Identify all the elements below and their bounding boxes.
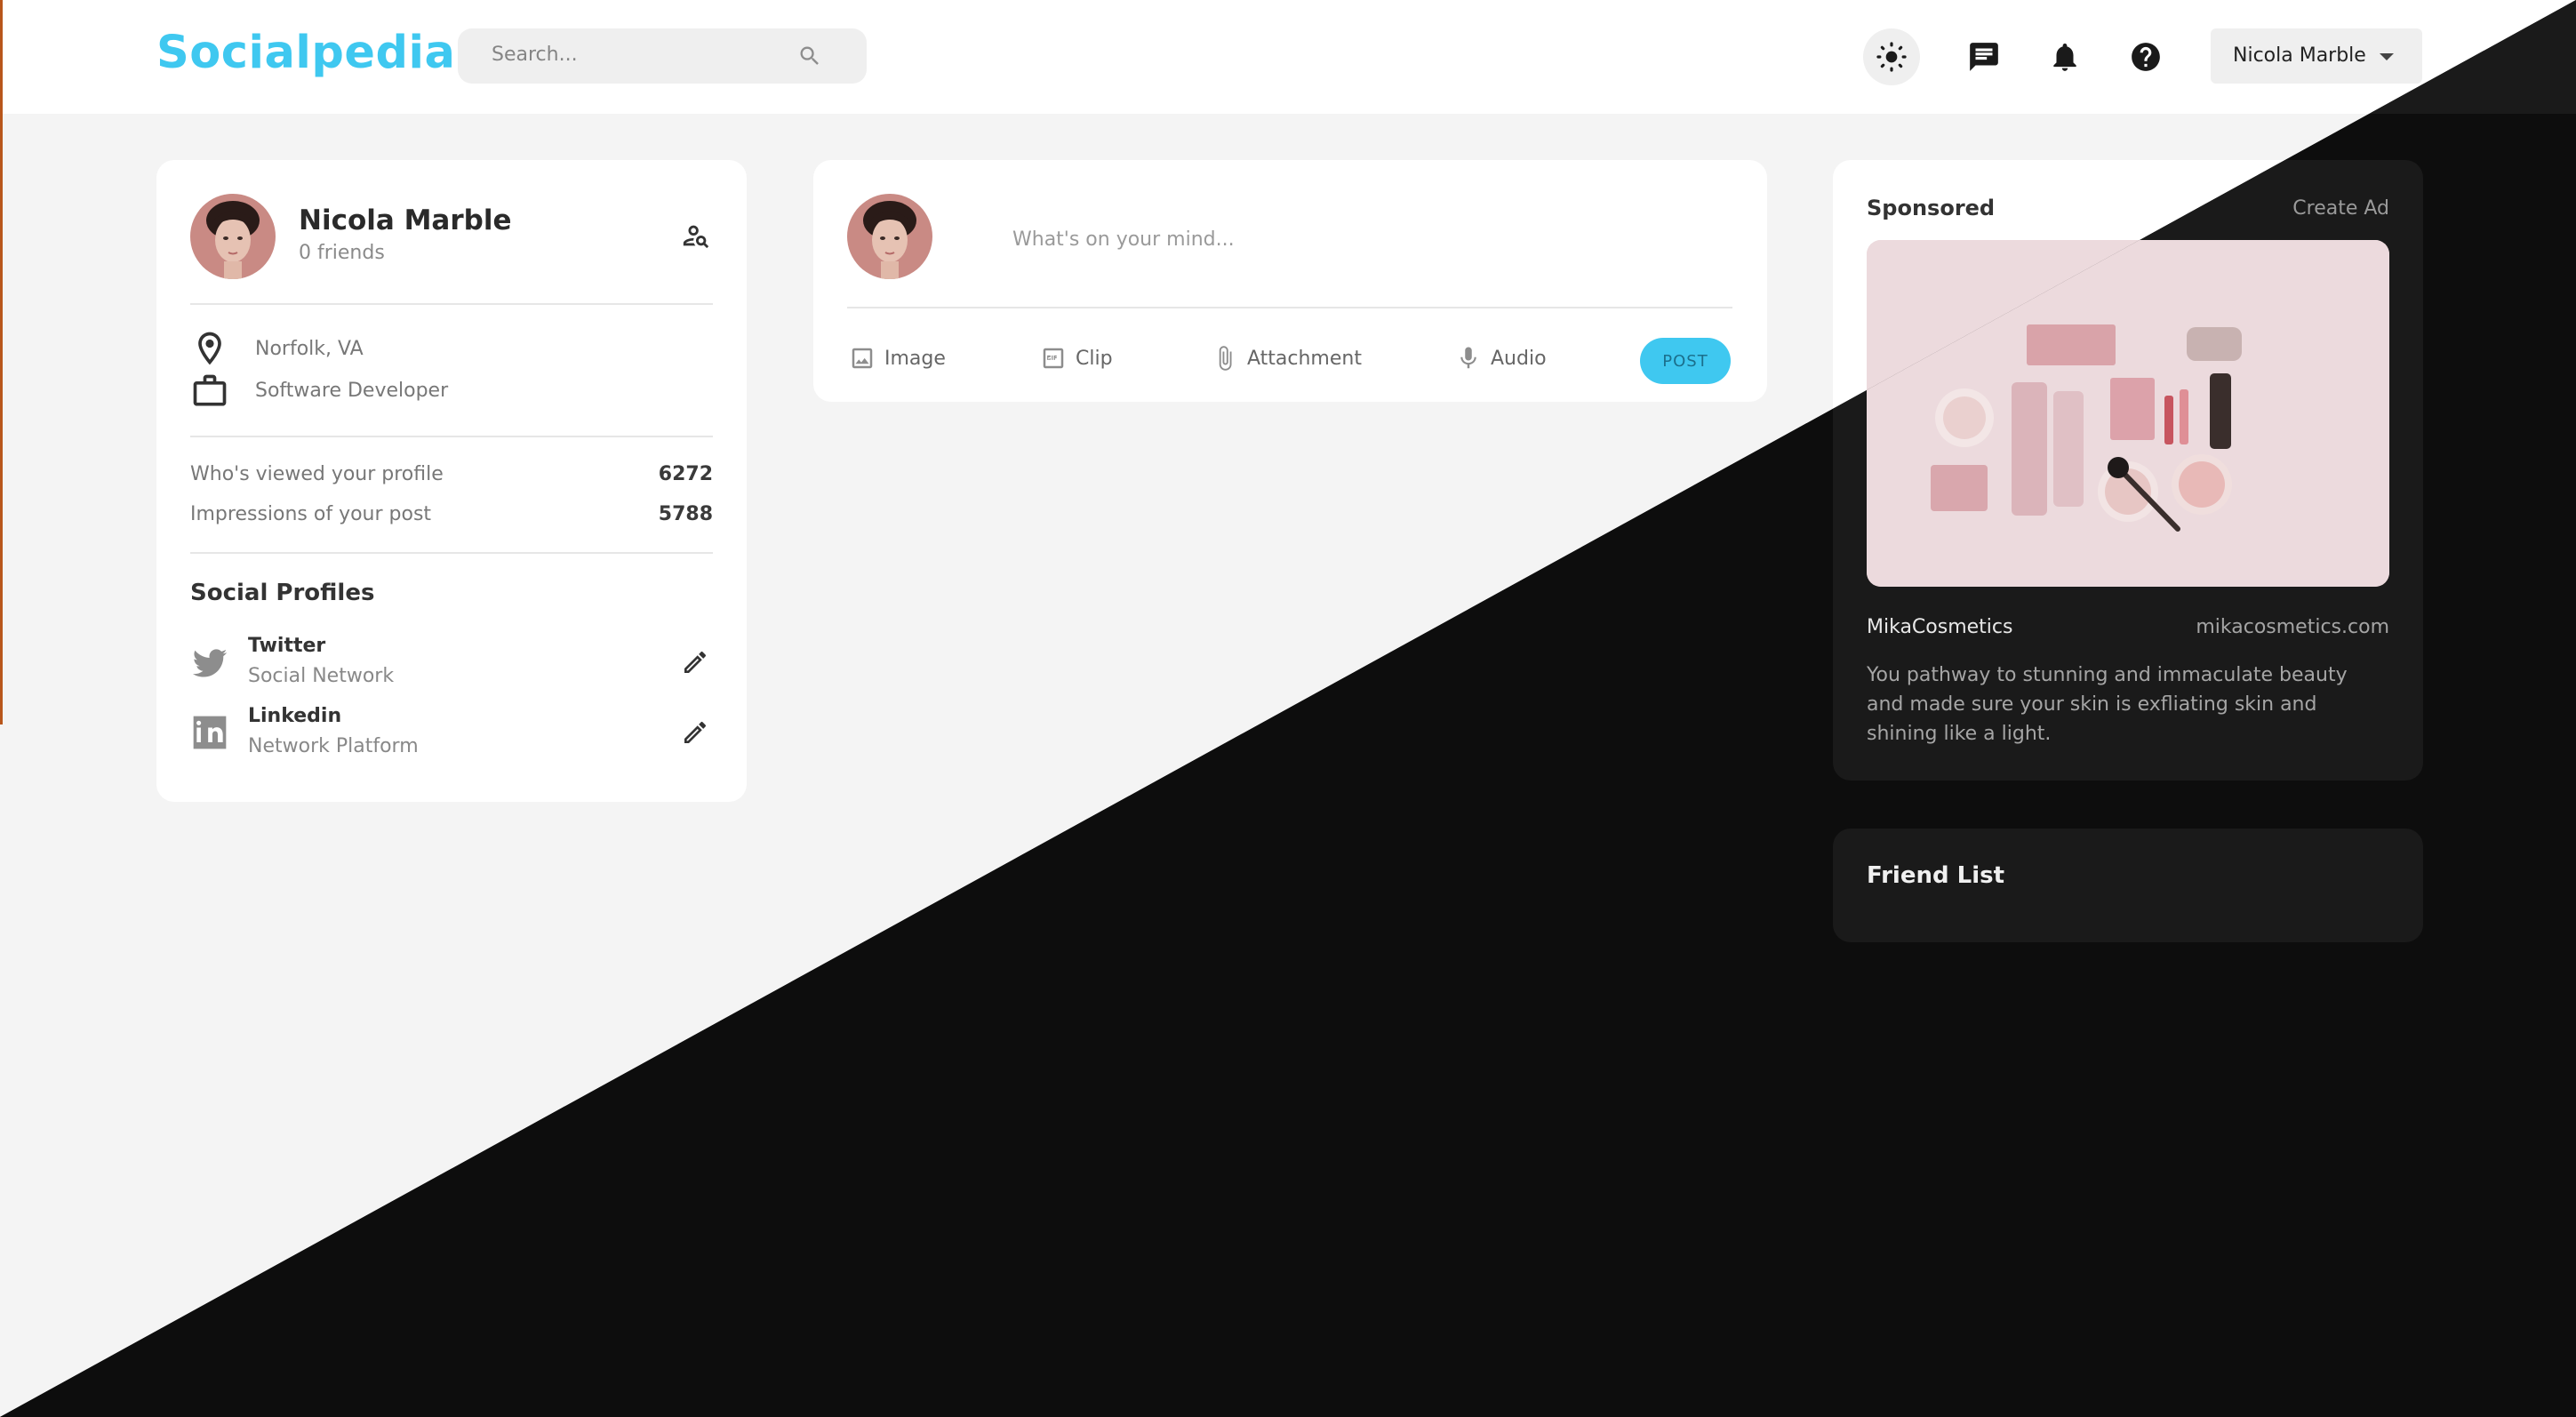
ad-brand-name[interactable]: MikaCosmetics: [1867, 616, 2012, 638]
post-button[interactable]: POST: [1640, 338, 1731, 384]
avatar[interactable]: [190, 194, 276, 279]
post-composer-card: What's on your mind... Image Clip Attach…: [813, 160, 1767, 402]
twitter-type: Social Network: [248, 665, 395, 687]
image-icon: [852, 348, 873, 369]
ad-website[interactable]: mikacosmetics.com: [2196, 616, 2389, 638]
user-menu-label: Nicola Marble: [2233, 44, 2366, 67]
social-profiles-heading: Social Profiles: [190, 580, 375, 606]
clip-action-label: Clip: [1076, 347, 1113, 370]
profile-views-value: 6272: [658, 463, 713, 485]
add-attachment-button[interactable]: Attachment: [1212, 345, 1362, 372]
avatar-image: [847, 194, 932, 279]
avatar-image: [190, 194, 276, 279]
message-icon: [1970, 43, 1998, 71]
image-action-label: Image: [884, 347, 946, 370]
profile-name[interactable]: Nicola Marble: [299, 204, 511, 236]
profile-views-label: Who's viewed your profile: [190, 463, 444, 485]
edit-pencil-icon[interactable]: [681, 718, 709, 747]
microphone-icon: [1460, 347, 1476, 369]
divider: [190, 303, 713, 305]
profile-location: Norfolk, VA: [255, 338, 364, 360]
profile-friends-count: 0 friends: [299, 242, 385, 264]
help-icon: [2132, 43, 2160, 71]
sponsored-heading: Sponsored: [1867, 196, 1996, 220]
linkedin-name[interactable]: Linkedin: [248, 705, 341, 727]
friend-list-heading: Friend List: [1867, 862, 2005, 889]
manage-accounts-icon[interactable]: [681, 220, 711, 251]
location-pin-icon: [198, 332, 221, 365]
notifications-button[interactable]: [2036, 28, 2093, 85]
theme-toggle-button[interactable]: [1863, 28, 1920, 85]
paperclip-icon: [1219, 346, 1232, 371]
avatar[interactable]: [847, 194, 932, 279]
twitter-icon: [192, 649, 228, 677]
search-icon[interactable]: [797, 44, 822, 68]
briefcase-icon: [193, 374, 227, 406]
profile-occupation: Software Developer: [255, 380, 449, 402]
post-impressions-value: 5788: [658, 503, 713, 525]
divider: [190, 552, 713, 554]
sun-icon: [1876, 42, 1907, 72]
search-bar[interactable]: Search...: [458, 28, 867, 84]
divider: [190, 436, 713, 437]
window-accent-edge: [0, 0, 3, 725]
attachment-action-label: Attachment: [1247, 347, 1362, 370]
ad-description: You pathway to stunning and immaculate b…: [1867, 664, 2348, 745]
add-image-button[interactable]: Image: [849, 345, 946, 372]
profile-card: Nicola Marble 0 friends Norfolk, VA Soft…: [156, 160, 747, 802]
user-menu-select[interactable]: Nicola Marble: [2211, 28, 2422, 84]
linkedin-icon: [193, 716, 227, 749]
top-navbar: Socialpedia Search...: [0, 0, 2576, 114]
bell-icon: [2053, 43, 2076, 71]
add-audio-button[interactable]: Audio: [1455, 345, 1547, 372]
chevron-down-icon: [2380, 53, 2394, 60]
edit-pencil-icon[interactable]: [681, 648, 709, 676]
create-ad-link[interactable]: Create Ad: [2292, 197, 2389, 220]
help-button[interactable]: [2117, 28, 2174, 85]
add-clip-button[interactable]: Clip: [1040, 345, 1113, 372]
post-impressions-label: Impressions of your post: [190, 503, 432, 525]
messages-button[interactable]: [1956, 28, 2012, 85]
divider: [847, 307, 1732, 308]
app-logo[interactable]: Socialpedia: [156, 27, 455, 79]
friend-list-card: Friend List: [1833, 829, 2423, 942]
twitter-name[interactable]: Twitter: [248, 635, 325, 657]
linkedin-type: Network Platform: [248, 735, 419, 757]
audio-action-label: Audio: [1491, 347, 1547, 370]
gif-icon: [1043, 348, 1064, 369]
search-input[interactable]: Search...: [492, 44, 578, 66]
post-text-input[interactable]: What's on your mind...: [1012, 222, 1706, 258]
